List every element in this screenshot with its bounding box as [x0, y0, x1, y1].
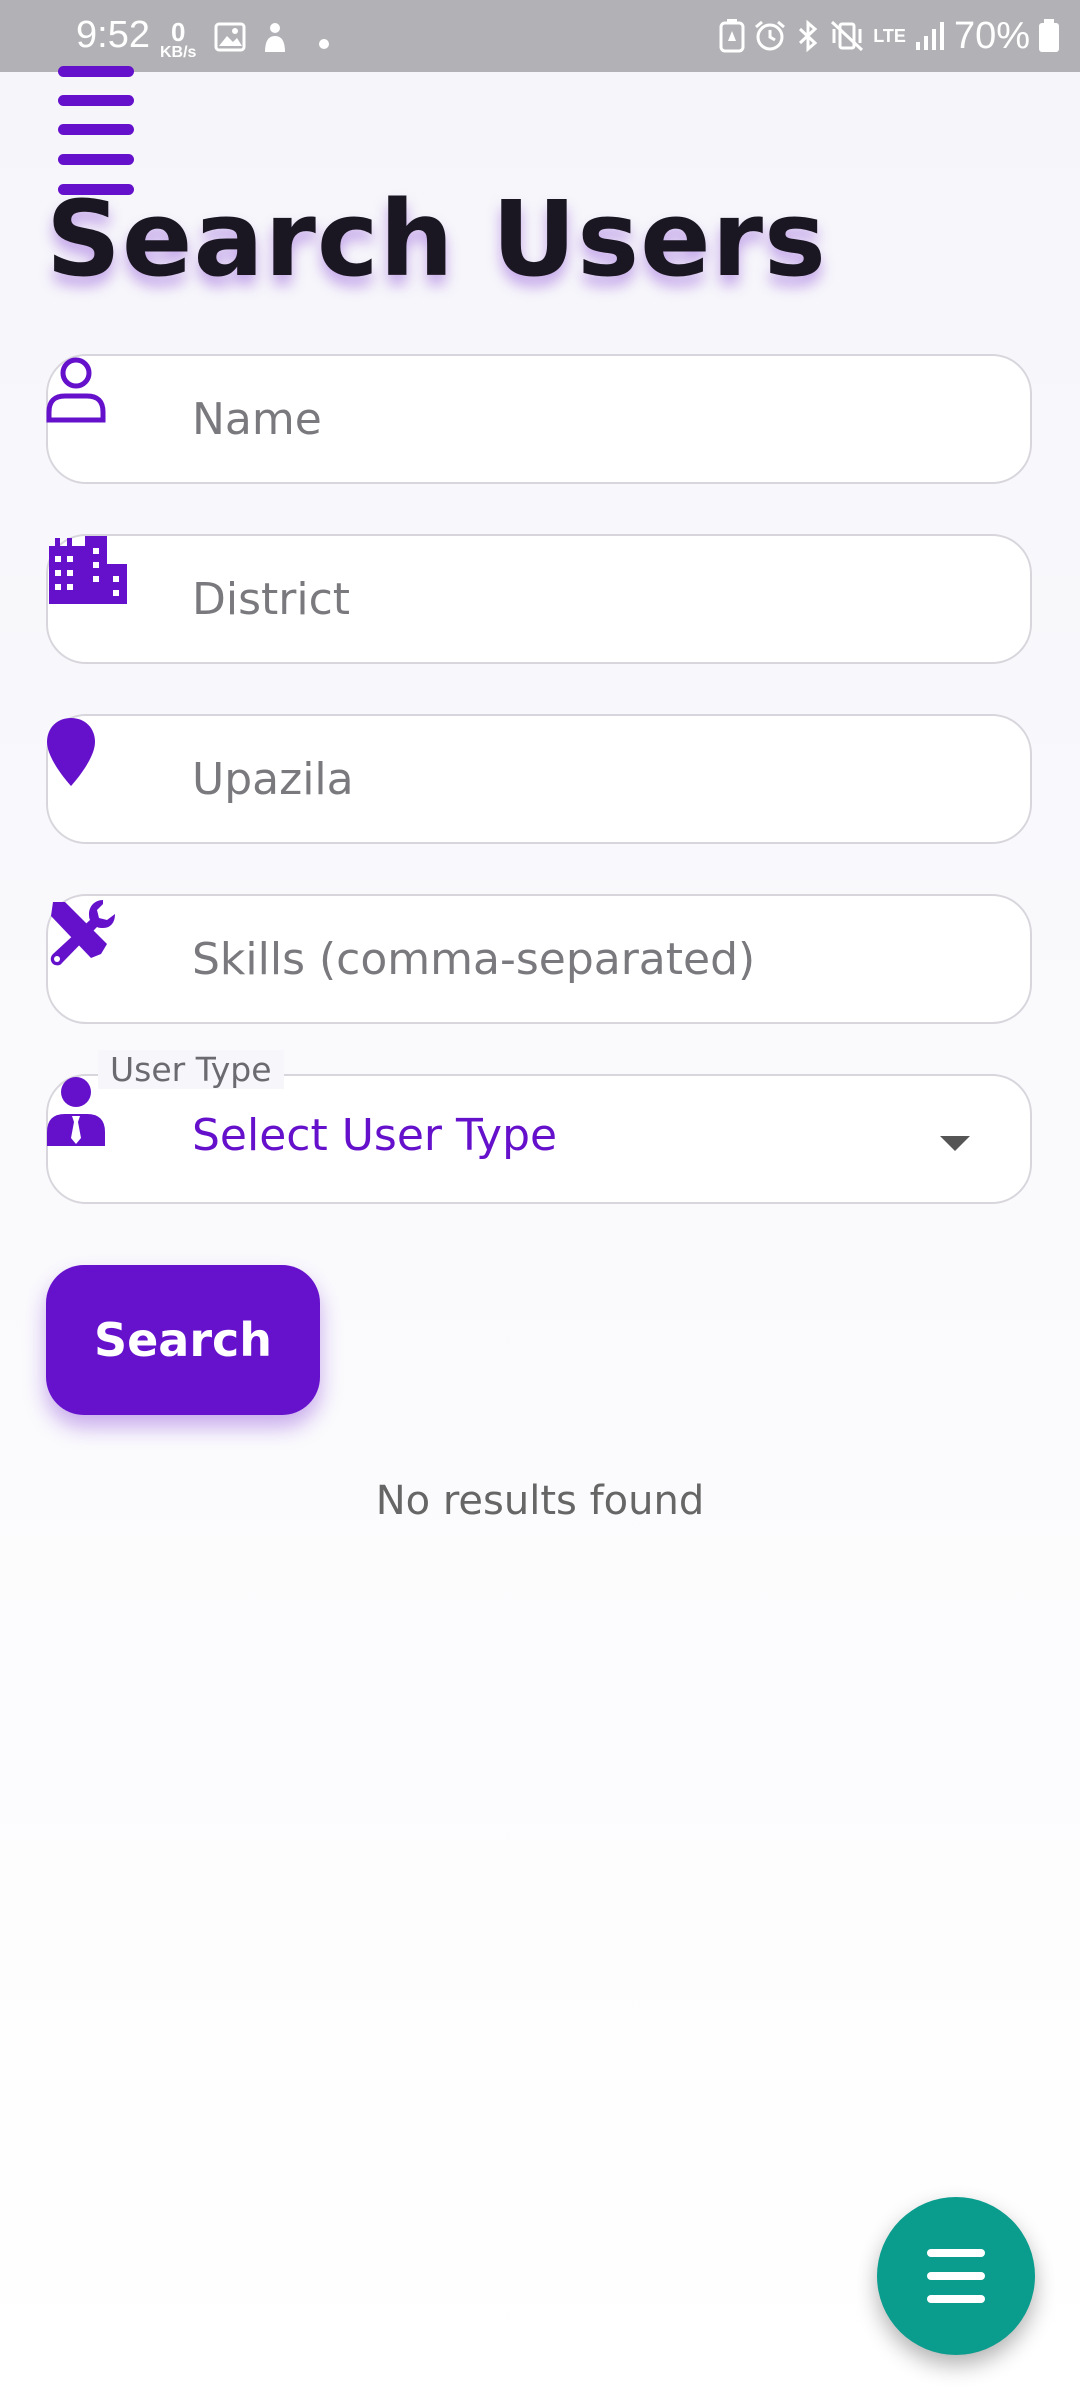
notification-dot-icon — [319, 39, 329, 49]
skills-input[interactable] — [192, 896, 992, 1022]
upazila-input[interactable] — [192, 716, 992, 842]
page-title: Search Users — [46, 178, 827, 300]
upazila-field[interactable] — [46, 714, 1032, 844]
user-type-dropdown[interactable]: User Type Select User Type — [46, 1050, 1032, 1204]
bluetooth-icon — [799, 19, 818, 53]
location-pin-icon — [47, 718, 95, 786]
chevron-down-icon[interactable] — [940, 1136, 970, 1151]
name-field[interactable] — [46, 354, 1032, 484]
gallery-icon — [214, 22, 246, 52]
tools-icon — [50, 900, 115, 966]
vibrate-mute-icon — [831, 20, 864, 52]
city-icon — [49, 536, 127, 604]
user-type-value: Select User Type — [192, 1110, 558, 1161]
name-input[interactable] — [192, 356, 992, 482]
signal-icon — [915, 22, 944, 50]
fab-menu-button[interactable] — [877, 2197, 1035, 2355]
status-bar: 9:52 0 KB/s LTE 70% — [0, 0, 1080, 72]
network-type: LTE — [873, 26, 906, 46]
status-time: 9:52 — [76, 14, 150, 56]
battery-saver-icon — [719, 19, 745, 53]
alarm-icon — [755, 20, 786, 51]
user-tie-icon — [47, 1077, 105, 1146]
status-icons: LTE 70% — [719, 12, 1060, 60]
no-results-text: No results found — [375, 1478, 705, 1524]
district-field[interactable] — [46, 534, 1032, 664]
accessibility-icon — [265, 23, 285, 52]
person-outline-icon — [46, 357, 106, 423]
data-rate-indicator: 0 KB/s — [160, 17, 197, 61]
user-type-label: User Type — [98, 1050, 284, 1089]
battery-percent: 70% — [953, 14, 1030, 57]
skills-field[interactable] — [46, 894, 1032, 1024]
fab-menu-icon — [927, 2249, 985, 2257]
district-input[interactable] — [192, 536, 992, 662]
search-button[interactable]: Search — [46, 1265, 320, 1415]
battery-icon — [1039, 19, 1059, 52]
